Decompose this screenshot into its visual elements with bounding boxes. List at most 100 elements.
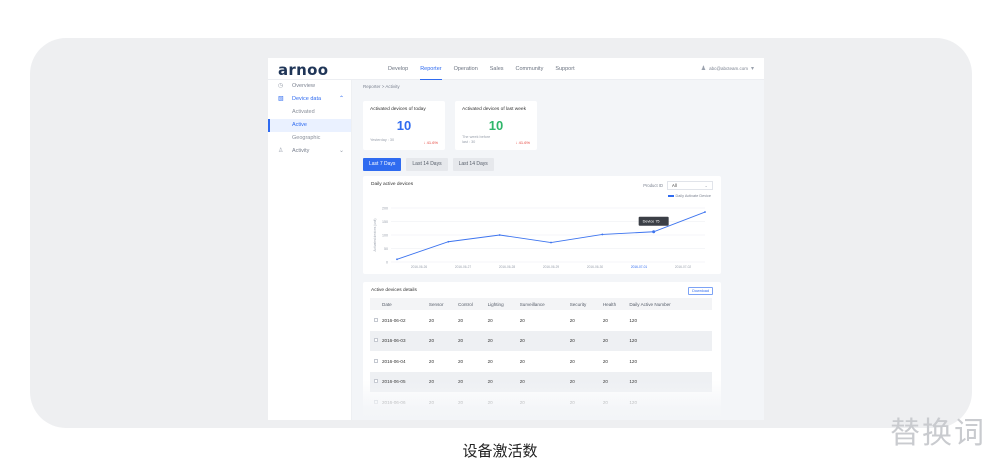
user-email: abc@abcteam.com <box>709 66 748 71</box>
table-cell: 20 <box>428 330 458 351</box>
table-cell: 2016-06-05 <box>382 371 429 392</box>
column-header: Surveillance <box>519 298 570 310</box>
sidebar-item-device-data[interactable]: ▧ Device data ⌃ <box>268 93 351 106</box>
table-cell: 20 <box>569 330 603 351</box>
table-cell: 20 <box>487 330 520 351</box>
table-cell: 20 <box>519 399 525 405</box>
nav-item-reporter[interactable]: Reporter <box>420 58 442 80</box>
nav-item-develop[interactable]: Develop <box>388 58 408 80</box>
y-tick-label: 150 <box>382 220 388 224</box>
column-header: Daily Active Number <box>629 298 712 310</box>
row-checkbox-cell <box>370 310 382 331</box>
chart-card: Daily active devices Product ID All ⌄ Da… <box>363 176 721 274</box>
breadcrumb: Reporter > Activity <box>363 84 400 89</box>
app-window: arnoo Develop Reporter Operation Sales Commu… <box>268 58 764 420</box>
row-checkbox[interactable] <box>374 358 378 363</box>
breadcrumb-item[interactable]: Reporter <box>363 84 381 89</box>
table-cell: 20 <box>458 399 464 405</box>
table-cell: 20 <box>602 330 630 351</box>
table-title: Active devices details <box>371 288 417 293</box>
y-tick-label: 50 <box>384 247 388 251</box>
user-icon: ♟ <box>700 66 707 72</box>
stat-value: 10 <box>396 118 412 133</box>
row-checkbox-cell <box>370 392 382 413</box>
data-point <box>550 241 552 244</box>
x-tick-label: 2016-07-02 <box>675 265 692 269</box>
table-cell: 20 <box>519 330 570 351</box>
table-row[interactable]: 2016-06-03 20 20 20 20 20 20 120 <box>370 330 712 351</box>
caption: 设备激活数 <box>462 442 538 460</box>
nav-item-operation[interactable]: Operation <box>454 58 478 80</box>
sidebar-item-overview[interactable]: ◷ Overview <box>268 80 351 93</box>
range-button-last-14-days[interactable]: Last 14 Days <box>406 158 448 171</box>
table-cell: 20 <box>487 371 520 392</box>
x-tick-label: 2016-06-27 <box>455 265 472 269</box>
table-cell: 20 <box>458 317 464 323</box>
user-menu[interactable]: ♟ abc@abcteam.com ▾ <box>701 58 754 80</box>
logo: arnoo <box>278 61 329 79</box>
stat-title: Activated devices of last week <box>462 107 526 112</box>
sidebar-item-label: Device data <box>292 96 322 102</box>
table-cell: 20 <box>458 358 464 364</box>
main-content: Reporter > Activity Activated devices of… <box>352 80 764 420</box>
range-button-last-7-days[interactable]: Last 7 Days <box>363 158 402 171</box>
row-checkbox[interactable] <box>374 317 378 322</box>
table-header-row: Date Sensor Control Lighting Surveillance Sec… <box>370 298 712 310</box>
users-icon: ♙ <box>278 148 284 154</box>
nav-item-community[interactable]: Community <box>516 58 544 80</box>
sidebar-subitem-activated[interactable]: Activated <box>268 106 351 119</box>
sidebar-item-activity[interactable]: ♙ Activity ⌄ <box>268 145 351 158</box>
table-row[interactable]: 2016-06-02 20 20 20 20 20 20 120 <box>370 310 712 331</box>
caret-down-icon: ▾ <box>750 66 754 72</box>
stat-title: Activated devices of today <box>370 107 426 112</box>
header-checkbox-cell <box>370 298 382 310</box>
sidebar-subitem-active[interactable]: Active <box>268 119 351 132</box>
row-checkbox[interactable] <box>374 338 378 343</box>
sidebar-item-label: Overview <box>292 83 315 89</box>
watermark: 替换词 <box>890 416 986 451</box>
x-tick-label: 2016-06-26 <box>411 265 428 269</box>
table-cell: 20 <box>519 317 525 323</box>
stat-card-today: Activated devices of today 10 Yesterday … <box>363 101 445 150</box>
table-row[interactable]: 2016-06-04 20 20 20 20 20 20 120 <box>370 351 712 372</box>
sidebar-subitem-geographic[interactable]: Geographic <box>268 132 351 145</box>
row-checkbox-cell <box>370 351 382 372</box>
table-cell: 20 <box>569 399 575 405</box>
data-point <box>447 240 450 243</box>
table-row[interactable]: 2016-06-05 20 20 20 20 20 20 120 <box>370 371 712 392</box>
column-header: Sensor <box>428 298 458 310</box>
table-cell: 120 <box>629 371 712 392</box>
table-cell: 2016-06-06 <box>382 399 406 405</box>
data-point <box>498 234 501 236</box>
y-tick-label: 200 <box>382 206 388 210</box>
data-point <box>652 230 656 234</box>
clock-icon: ◷ <box>278 83 284 89</box>
table-cell: 2016-06-02 <box>382 317 406 323</box>
sidebar: ◷ Overview ▧ Device data ⌃ Activated Act… <box>268 80 352 420</box>
download-button[interactable]: Download <box>688 287 713 295</box>
nav-item-support[interactable]: Support <box>555 58 574 80</box>
table-cell: 20 <box>602 358 608 364</box>
column-header: Health <box>602 298 630 310</box>
table-card: Active devices details Download Date Sens… <box>363 282 721 420</box>
table-cell: 20 <box>487 317 493 323</box>
x-tick-label: 2016-06-29 <box>543 265 560 269</box>
table-cell: 20 <box>602 371 630 392</box>
range-buttons: Last 7 Days Last 14 Days Last 14 Days <box>363 158 494 171</box>
range-button-last-14-days-2[interactable]: Last 14 Days <box>452 158 494 171</box>
breadcrumb-item: Activity <box>385 84 400 89</box>
row-checkbox[interactable] <box>374 399 378 404</box>
top-nav: Develop Reporter Operation Sales Community Su… <box>388 58 587 80</box>
line-chart: 0 50 100 150 200 Activated devices (unit) 2016… <box>373 206 706 269</box>
column-header: Date <box>382 298 429 310</box>
sidebar-item-label: Activity <box>292 148 310 154</box>
table-cell: 20 <box>458 330 488 351</box>
table-cell: 20 <box>487 399 493 405</box>
row-checkbox[interactable] <box>374 379 378 384</box>
mockup-frame: arnoo Develop Reporter Operation Sales Commu… <box>30 38 972 428</box>
nav-item-sales[interactable]: Sales <box>490 58 504 80</box>
x-tick-label: 2016-07-01 <box>631 265 648 269</box>
x-tick-label: 2016-06-30 <box>587 265 604 269</box>
table-row[interactable]: 2016-06-06 20 20 20 20 20 20 120 <box>370 392 712 413</box>
x-tick-label: 2016-06-28 <box>499 265 516 269</box>
